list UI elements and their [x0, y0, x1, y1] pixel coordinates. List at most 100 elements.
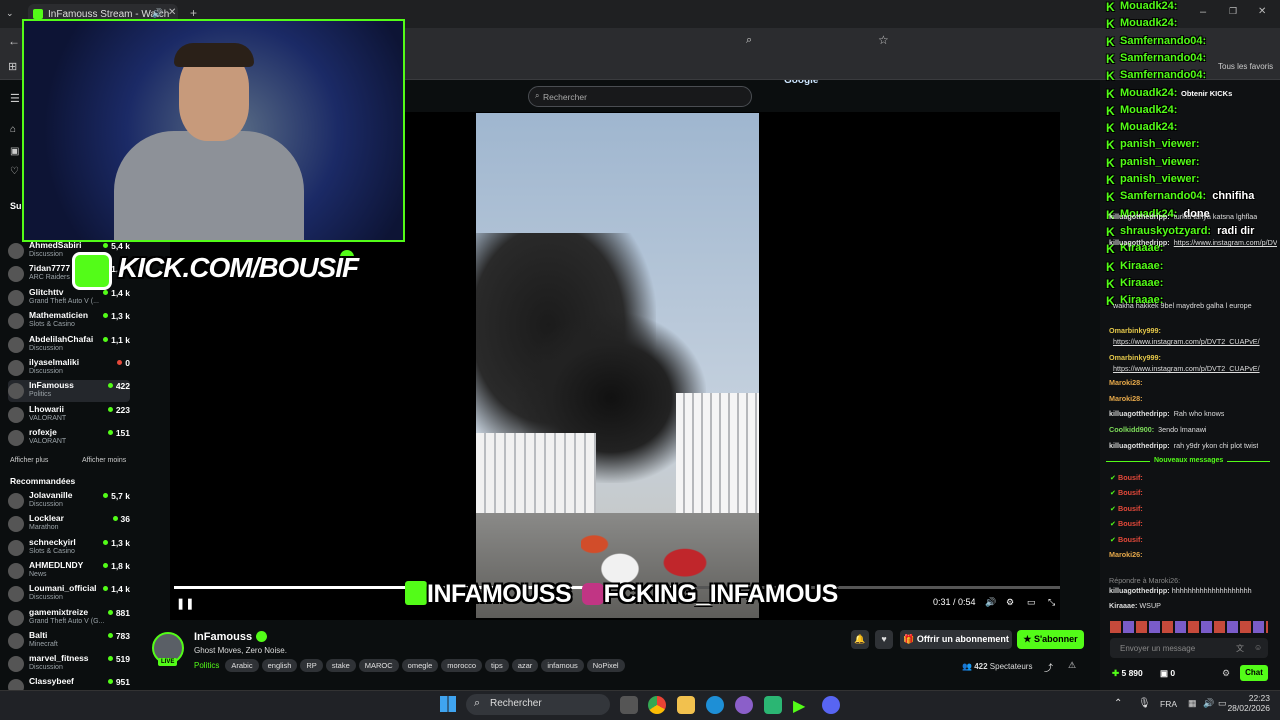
category-link[interactable]: Politics [194, 661, 219, 670]
subscribe-button[interactable]: ★ S'abonner [1017, 630, 1084, 649]
bookmark-star-icon[interactable]: ☆ [878, 33, 889, 47]
discord-icon[interactable] [822, 696, 840, 714]
network-icon[interactable]: ▦ [1188, 698, 1197, 709]
notification-bell-icon[interactable]: 🔔 [851, 630, 869, 649]
tag-chip[interactable]: Arabic [225, 659, 259, 672]
theater-mode-icon[interactable]: ▭ [1027, 597, 1036, 608]
sidebar-channel[interactable]: Loumani_official Discussion 1,4 k [8, 583, 130, 605]
sidebar-channel[interactable]: AbdelilahChafai Discussion 1,1 k [8, 334, 130, 356]
apps-grid-icon[interactable]: ⊞ [8, 60, 17, 73]
emoji-icon[interactable]: ☺ [1254, 643, 1262, 652]
tab-list-icon[interactable]: ⌄ [6, 8, 18, 20]
volume-icon[interactable]: 🔊 [1203, 698, 1214, 709]
chrome-icon[interactable] [648, 696, 666, 714]
emote-bar[interactable] [1110, 621, 1268, 633]
chat-username[interactable]: Maroki28: [1109, 394, 1143, 403]
sidebar-channel[interactable]: Locklear Marathon 36 [8, 513, 130, 535]
chat-username[interactable]: Maroki28: [1109, 378, 1143, 387]
fullscreen-icon[interactable]: ⤡ [1048, 597, 1055, 608]
search-input[interactable]: ⌕ Rechercher [528, 86, 752, 107]
chat-username[interactable]: Bousif: [1118, 535, 1143, 544]
show-less-link[interactable]: Afficher moins [82, 457, 126, 464]
new-tab-icon[interactable]: + [190, 6, 197, 20]
channel-name[interactable]: InFamouss [194, 631, 252, 643]
taskbar-clock[interactable]: 22:23 28/02/2026 [1226, 693, 1270, 713]
maximize-icon[interactable]: ❐ [1229, 6, 1237, 17]
tray-chevron-icon[interactable]: ⌃ [1114, 698, 1122, 709]
report-icon[interactable]: ⚠ [1068, 660, 1076, 671]
sidebar-channel[interactable]: schneckyirl Slots & Casino 1,3 k [8, 537, 130, 559]
sidebar-channel[interactable]: InFamouss Politics 422 [8, 380, 130, 403]
following-icon[interactable]: ♡ [10, 166, 19, 177]
tag-chip[interactable]: omegle [401, 659, 439, 672]
taskbar-search[interactable]: ⌕ Rechercher [466, 694, 610, 715]
kicks-balance[interactable]: ✚ 5 890 [1112, 668, 1143, 679]
edge-icon[interactable] [706, 696, 724, 714]
app-icon[interactable]: ▶ [793, 696, 811, 715]
close-window-icon[interactable]: ✕ [1258, 6, 1266, 17]
sidebar-channel[interactable]: Jolavanille Discussion 5,7 k [8, 490, 130, 512]
tag-chip[interactable]: infamous [541, 659, 584, 672]
volume-icon[interactable]: 🔊 [985, 597, 996, 608]
app-icon[interactable] [735, 696, 753, 714]
browse-icon[interactable]: ▣ [10, 146, 19, 157]
minimize-icon[interactable]: – [1200, 6, 1206, 18]
translate-icon[interactable]: 文 [1236, 643, 1244, 654]
chat-username[interactable]: killuagotthedripp: [1109, 212, 1170, 221]
sidebar-channel[interactable]: rofexje VALORANT 151 [8, 427, 130, 449]
sidebar-channel[interactable]: Balti Minecraft 783 [8, 630, 130, 652]
tag-chip[interactable]: MAROC [358, 659, 399, 672]
tag-chip[interactable]: morocco [441, 659, 483, 672]
chat-username[interactable]: Omarbinky999: [1109, 326, 1161, 335]
microphone-icon[interactable]: 🎙 [1138, 698, 1151, 709]
chat-username[interactable]: Bousif: [1118, 504, 1143, 513]
tag-chip[interactable]: RP [300, 659, 323, 672]
chat-username[interactable]: killuagotthedripp: [1109, 238, 1170, 247]
chat-send-button[interactable]: Chat [1240, 665, 1268, 681]
task-view-icon[interactable] [620, 696, 638, 714]
language-indicator[interactable]: FRA [1160, 699, 1177, 709]
chat-username[interactable]: Omarbinky999: [1109, 353, 1161, 362]
tag-chip[interactable]: tips [485, 659, 509, 672]
gift-subscription-button[interactable]: 🎁 Offrir un abonnement [900, 630, 1012, 649]
tag-chip[interactable]: NoPixel [586, 659, 625, 672]
tag-chip[interactable]: stake [325, 659, 356, 672]
chat-text[interactable]: https://www.instagram.com/p/DVUMzklCP9Z/ [1174, 238, 1277, 247]
sidebar-channel[interactable]: marvel_fitness Discussion 519 [8, 653, 130, 675]
tag-chip[interactable]: azar [511, 659, 539, 672]
chat-username[interactable]: Kiraaae: [1109, 601, 1137, 610]
windows-start-icon[interactable] [440, 696, 456, 712]
chat-settings-icon[interactable]: ⚙ [1222, 668, 1230, 679]
sidebar-channel[interactable]: Mathematicien Slots & Casino 1,3 k [8, 310, 130, 332]
home-icon[interactable]: ⌂ [10, 124, 16, 135]
sidebar-channel[interactable]: ilyaselmaliki Discussion 0 [8, 357, 130, 379]
get-kicks-button[interactable]: Obtenir KICKs [1181, 89, 1232, 98]
sidebar-channel[interactable]: gamemixtreize Grand Theft Auto V (G... 881 [8, 607, 130, 629]
pause-icon[interactable]: ❚❚ [176, 597, 194, 610]
video-frame[interactable] [476, 113, 759, 618]
chat-text[interactable]: https://www.instagram.com/p/DVT2_CUAPvE/ [1113, 364, 1260, 373]
sidebar-channel[interactable]: AHMEDLNDY News 1,8 k [8, 560, 130, 582]
app-icon[interactable] [764, 696, 782, 714]
sidebar-channel[interactable]: Lhowarii VALORANT 223 [8, 404, 130, 426]
file-explorer-icon[interactable] [677, 696, 695, 714]
tag-chip[interactable]: english [261, 659, 298, 672]
chat-username[interactable]: killuagotthedripp: [1109, 441, 1170, 450]
back-icon[interactable]: ← [8, 34, 20, 48]
menu-icon[interactable]: ☰ [10, 92, 20, 105]
points-balance[interactable]: ▣ 0 [1160, 668, 1175, 679]
follow-heart-icon[interactable]: ♥ [875, 630, 893, 649]
chat-input[interactable]: Envoyer un message 文 ☺ [1110, 638, 1268, 658]
chat-username[interactable]: Maroki26: [1109, 550, 1143, 559]
settings-icon[interactable]: ⚙ [1006, 597, 1014, 608]
chat-username[interactable]: Bousif: [1118, 519, 1143, 528]
mute-tab-icon[interactable]: 🔊 [152, 8, 163, 19]
chat-username[interactable]: Bousif: [1118, 488, 1143, 497]
chat-username[interactable]: Bousif: [1118, 473, 1143, 482]
share-icon[interactable]: ⤴ [1044, 661, 1053, 674]
chat-username[interactable]: killuagotthedripp: [1109, 409, 1170, 418]
chat-username[interactable]: Coolkidd900: [1109, 425, 1154, 434]
chat-username[interactable]: killuagotthedripp: [1109, 586, 1170, 595]
close-tab-icon[interactable]: ✕ [168, 7, 176, 18]
chat-text[interactable]: https://www.instagram.com/p/DVT2_CUAPvE/ [1113, 337, 1260, 346]
